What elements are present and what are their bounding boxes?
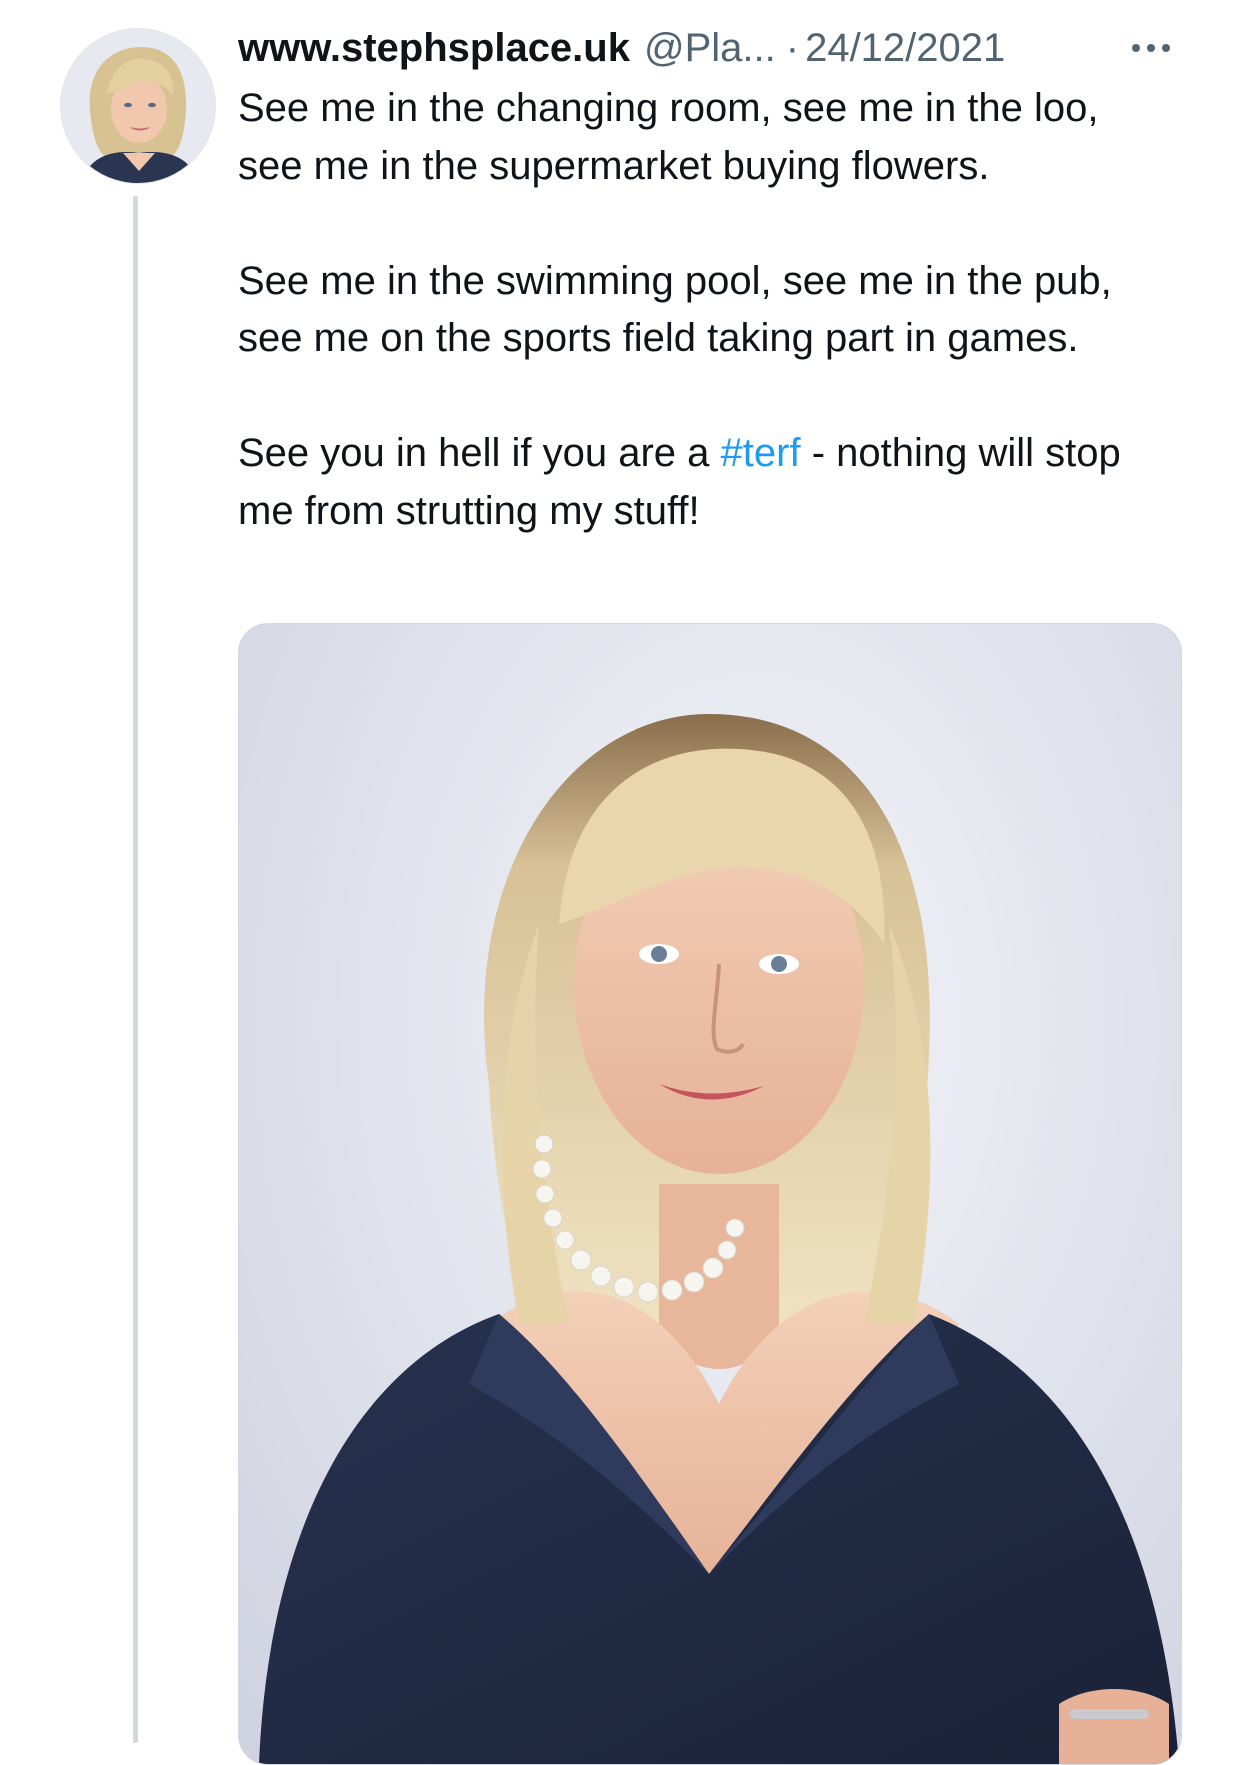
header-separator: ·	[785, 26, 800, 70]
author-avatar[interactable]	[60, 28, 216, 184]
author-handle[interactable]: @Pla...	[644, 18, 776, 78]
tweet-date[interactable]: 24/12/2021	[805, 18, 1005, 78]
avatar-portrait	[61, 29, 215, 183]
tweet-paragraph: See me in the swimming pool, see me in t…	[238, 258, 1112, 361]
tweet-media-photo[interactable]	[238, 623, 1182, 1765]
tweet-header: www.stephsplace.uk @Pla... · 24/12/2021	[238, 18, 1198, 78]
thread-connector-line	[133, 196, 138, 1743]
portrait-photo	[259, 714, 1179, 1764]
more-horizontal-icon[interactable]	[1128, 28, 1174, 68]
tweet-text: See me in the changing room, see me in t…	[238, 80, 1168, 540]
tweet-paragraph: See you in hell if you are a #terf - not…	[238, 425, 1168, 540]
tweet-paragraph: See me in the changing room, see me in t…	[238, 86, 1099, 188]
tweet-text-span: See you in hell if you are a	[238, 431, 721, 475]
hashtag-link[interactable]: #terf	[721, 431, 801, 475]
author-display-name[interactable]: www.stephsplace.uk	[238, 18, 630, 78]
